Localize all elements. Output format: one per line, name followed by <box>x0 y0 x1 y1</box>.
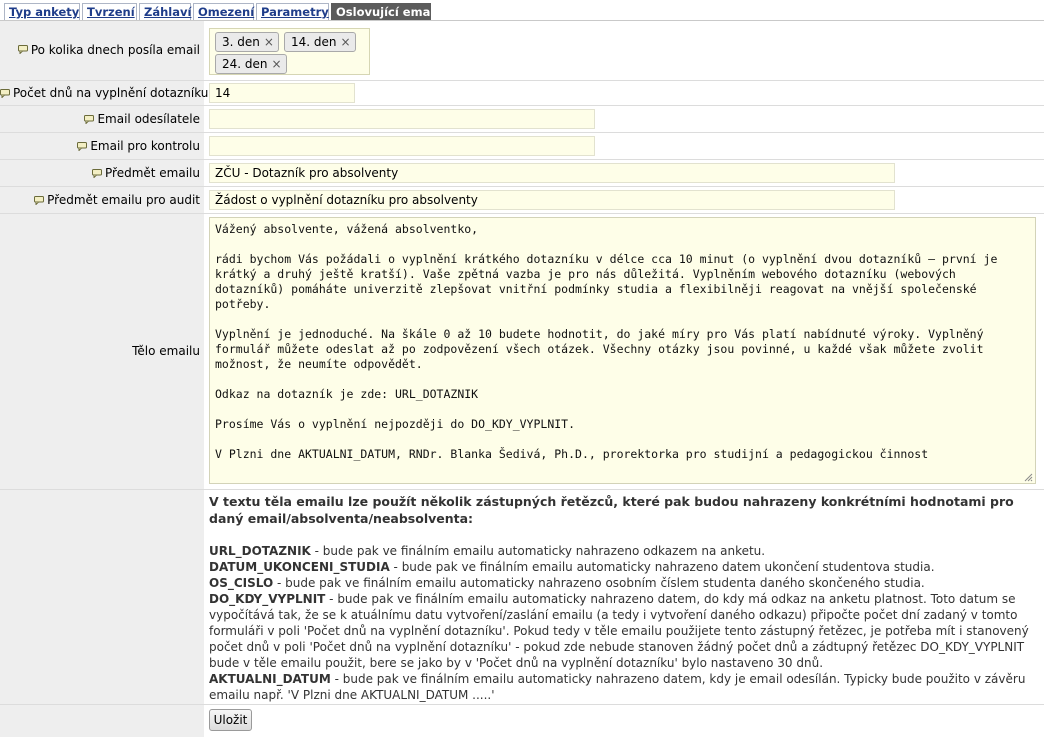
body-label: Tělo emailu <box>132 344 200 358</box>
comment-icon <box>17 21 28 80</box>
row-subject: Předmět emailu ZČU - Dotazník pro absolv… <box>0 160 1044 187</box>
control-label-cell: Email pro kontrolu <box>0 133 204 159</box>
body-paragraph: Vyplnění je jednoduché. Na škále 0 až 10… <box>215 327 991 371</box>
help-text: - bude pak ve finálním emailu automatick… <box>273 576 925 590</box>
row-actions <box>0 705 1044 737</box>
body-paragraph: Odkaz na dotazník je zde: URL_DOTAZNIK <box>215 387 479 401</box>
audit-label: Předmět emailu pro audit <box>47 193 200 207</box>
comment-icon <box>92 161 102 187</box>
tab-oslovujici-email[interactable]: Oslovující email <box>331 3 438 20</box>
audit-subject-input[interactable]: Žádost o vyplnění dotazníku pro absolven… <box>209 190 895 210</box>
placeholder-help: V textu těla emailu lze použít několik z… <box>209 493 1035 703</box>
save-button[interactable]: Uložit <box>209 709 252 731</box>
body-paragraph: Vážený absolvente, vážená absolventko, <box>215 222 479 236</box>
sender-label-cell: Email odesílatele <box>0 106 204 132</box>
help-token: DO_KDY_VYPLNIT <box>209 592 326 606</box>
fill-days-label: Počet dnů na vyplnění dotazníku <box>13 86 209 100</box>
help-text: - bude pak ve finálním emailu automatick… <box>209 592 1029 670</box>
remove-icon[interactable]: × <box>264 33 274 51</box>
chip-24-den: 24. den × <box>215 54 287 74</box>
help-text: - bude pak ve finálním emailu automatick… <box>310 544 766 558</box>
info-label-cell <box>0 490 204 704</box>
tab-omezeni[interactable]: Omezení <box>193 3 254 20</box>
tab-typ-ankety[interactable]: Typ ankety <box>4 3 80 20</box>
fill-days-label-cell: Počet dnů na vyplnění dotazníku <box>0 81 208 106</box>
remove-icon[interactable]: × <box>272 55 282 73</box>
body-paragraph: Prosíme Vás o vyplnění nejpozději do DO_… <box>215 417 576 431</box>
tab-parametry[interactable]: Parametry <box>256 3 329 20</box>
tab-tvrzeni[interactable]: Tvrzení <box>82 3 137 20</box>
body-paragraph: V Plzni dne AKTUALNI_DATUM, RNDr. Blanka… <box>215 447 929 461</box>
row-sender: Email odesílatele <box>0 106 1044 133</box>
tab-zahlavi[interactable]: Záhlaví <box>139 3 191 20</box>
help-item: OS_CISLO - bude pak ve finálním emailu a… <box>209 575 1035 591</box>
subject-input[interactable]: ZČU - Dotazník pro absolventy <box>209 163 895 183</box>
chip-14-den: 14. den × <box>284 32 356 52</box>
row-audit-subject: Předmět emailu pro audit Žádost o vyplně… <box>0 187 1044 214</box>
row-fill-days: Počet dnů na vyplnění dotazníku 14 <box>0 81 1044 106</box>
comment-icon <box>77 134 88 160</box>
chip-3-den: 3. den × <box>215 32 279 52</box>
email-body-textarea[interactable]: Vážený absolvente, vážená absolventko, r… <box>209 217 1036 484</box>
row-days: Po kolika dnech posíla email <box>0 21 1044 81</box>
subject-label-cell: Předmět emailu <box>0 160 204 186</box>
body-label-cell: Tělo emailu <box>0 214 204 489</box>
chip-label: 3. den <box>222 35 260 49</box>
tab-bar: Typ ankety Tvrzení Záhlaví Omezení Param… <box>0 0 1044 21</box>
control-email-input[interactable] <box>209 136 595 156</box>
days-label: Po kolika dnech posíla email <box>30 43 200 57</box>
help-text: - bude pak ve finálním emailu automatick… <box>209 672 1026 702</box>
body-paragraph: rádi bychom Vás požádali o vyplnění krát… <box>215 252 1005 311</box>
days-label-cell: Po kolika dnech posíla email <box>0 21 204 80</box>
sender-label: Email odesílatele <box>97 112 200 126</box>
actions-label-cell <box>0 705 204 737</box>
subject-label: Předmět emailu <box>105 166 200 180</box>
comment-icon <box>0 82 10 106</box>
help-text: - bude pak ve finálním emailu automatick… <box>389 560 935 574</box>
comment-icon <box>34 188 45 214</box>
help-token: DATUM_UKONCENI_STUDIA <box>209 560 390 574</box>
help-token: AKTUALNI_DATUM <box>209 672 331 686</box>
help-token: OS_CISLO <box>209 576 274 590</box>
fill-days-input[interactable]: 14 <box>209 83 355 103</box>
row-control: Email pro kontrolu <box>0 133 1044 160</box>
days-multiselect[interactable]: 3. den × 14. den × 24. den × <box>209 28 370 75</box>
remove-icon[interactable]: × <box>341 33 351 51</box>
chip-label: 24. den <box>222 57 268 71</box>
chip-label: 14. den <box>291 35 337 49</box>
help-heading: V textu těla emailu lze použít několik z… <box>209 494 1014 526</box>
audit-label-cell: Předmět emailu pro audit <box>0 187 204 213</box>
help-token: URL_DOTAZNIK <box>209 544 311 558</box>
comment-icon <box>84 107 95 133</box>
help-item: URL_DOTAZNIK - bude pak ve finálním emai… <box>209 543 1035 559</box>
help-item: DO_KDY_VYPLNIT - bude pak ve finálním em… <box>209 591 1035 671</box>
sender-email-input[interactable] <box>209 109 595 129</box>
help-item: AKTUALNI_DATUM - bude pak ve finálním em… <box>209 671 1035 703</box>
help-item: DATUM_UKONCENI_STUDIA - bude pak ve finá… <box>209 559 1035 575</box>
control-label: Email pro kontrolu <box>90 139 200 153</box>
resize-handle-icon[interactable] <box>1023 471 1033 482</box>
